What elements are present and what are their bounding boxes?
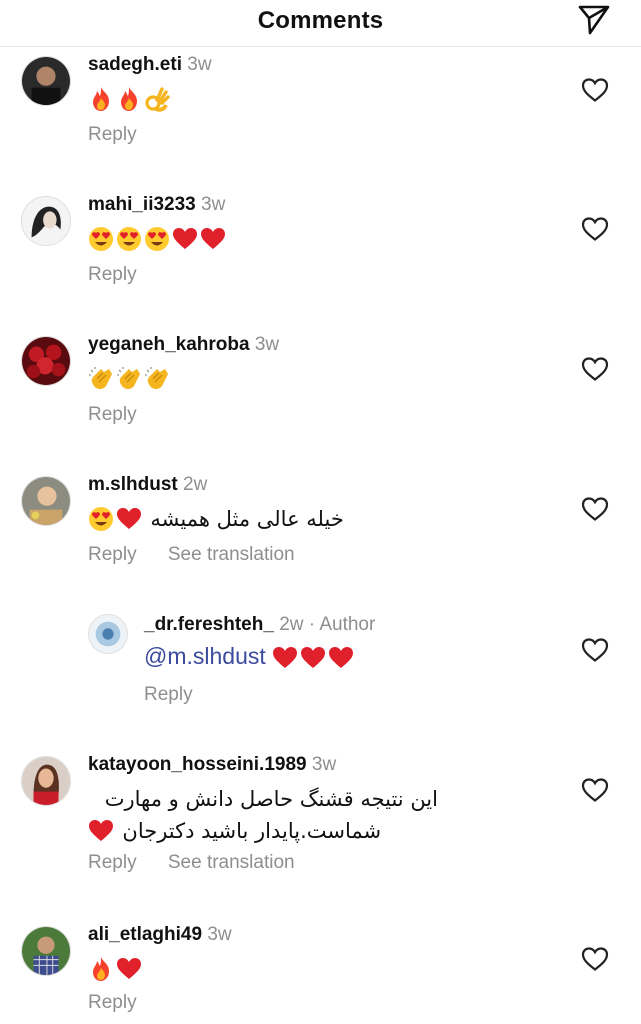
comment-text-persian: خیله عالی مثل همیشه — [150, 506, 344, 531]
comment-time: 2w — [279, 614, 304, 635]
avatar[interactable] — [88, 614, 128, 654]
reply-button[interactable]: Reply — [88, 264, 137, 285]
avatar[interactable] — [21, 336, 71, 386]
comment-meta: sadegh.eti 3w — [88, 54, 212, 76]
like-heart-icon[interactable] — [581, 216, 609, 242]
fire-emoji — [116, 86, 142, 112]
heart-eyes-emoji — [144, 226, 170, 252]
comments-header: Comments — [0, 0, 641, 47]
username[interactable]: mahi_ii3233 — [88, 194, 196, 215]
reply-button[interactable]: Reply — [88, 992, 137, 1013]
reply-button[interactable]: Reply — [88, 544, 137, 565]
username[interactable]: yeganeh_kahroba — [88, 334, 250, 355]
reply-button[interactable]: Reply — [88, 124, 137, 145]
username[interactable]: ali_etlaghi49 — [88, 924, 202, 945]
reply-button[interactable]: Reply — [88, 404, 137, 425]
reply-button[interactable]: Reply — [144, 684, 193, 705]
comment-time: 3w — [187, 54, 212, 75]
red-heart-emoji — [116, 506, 142, 532]
username[interactable]: m.slhdust — [88, 474, 178, 495]
comment-text-persian: شماست.پایدار باشید دکترجان — [122, 818, 382, 843]
clapping-hands-emoji — [144, 366, 170, 392]
avatar[interactable] — [21, 756, 71, 806]
username[interactable]: sadegh.eti — [88, 54, 182, 75]
comment-actions: Reply See translation — [88, 852, 295, 874]
comment-text — [88, 362, 172, 392]
ok-hand-emoji — [144, 86, 170, 112]
page-title: Comments — [257, 7, 384, 34]
comment-time: 3w — [201, 194, 226, 215]
red-heart-emoji — [172, 226, 198, 252]
comment-text — [88, 222, 228, 252]
red-heart-emoji — [88, 818, 114, 844]
clapping-hands-emoji — [116, 366, 142, 392]
heart-eyes-emoji — [116, 226, 142, 252]
avatar[interactable] — [21, 926, 71, 976]
author-badge: · Author — [308, 614, 376, 635]
red-heart-emoji — [272, 645, 298, 671]
comment-meta: katayoon_hosseini.1989 3w — [88, 754, 336, 776]
comment-actions: Reply See translation — [88, 544, 295, 566]
see-translation-button[interactable]: See translation — [168, 544, 295, 565]
heart-eyes-emoji — [88, 506, 114, 532]
send-icon[interactable] — [577, 2, 611, 36]
comment-meta: m.slhdust 2w — [88, 474, 207, 496]
comment-text — [88, 82, 172, 112]
comment-time: 3w — [311, 754, 337, 775]
like-heart-icon[interactable] — [581, 77, 609, 103]
username[interactable]: katayoon_hosseini.1989 — [88, 754, 307, 775]
comment-time: 3w — [254, 334, 280, 355]
comment-actions: Reply — [88, 264, 137, 286]
red-heart-emoji — [300, 645, 326, 671]
mention-link[interactable]: @m.slhdust — [144, 643, 266, 669]
red-heart-emoji — [116, 956, 142, 982]
fire-emoji — [88, 956, 114, 982]
comment-time: 3w — [207, 924, 232, 945]
comment-meta: ali_etlaghi49 3w — [88, 924, 232, 946]
fire-emoji — [88, 86, 114, 112]
see-translation-button[interactable]: See translation — [168, 852, 295, 873]
clapping-hands-emoji — [88, 366, 114, 392]
username[interactable]: _dr.fereshteh_ — [144, 614, 274, 635]
like-heart-icon[interactable] — [581, 637, 609, 663]
like-heart-icon[interactable] — [581, 777, 609, 803]
comment-meta: mahi_ii3233 3w — [88, 194, 225, 216]
comment-text — [88, 952, 144, 982]
avatar[interactable] — [21, 56, 71, 106]
red-heart-emoji — [328, 645, 354, 671]
like-heart-icon[interactable] — [581, 356, 609, 382]
comment-actions: Reply — [88, 992, 137, 1014]
heart-eyes-emoji — [88, 226, 114, 252]
comment-text-line1: این نتیجه قشنگ حاصل دانش و مهارت — [104, 787, 438, 811]
reply-button[interactable]: Reply — [88, 852, 137, 873]
comment-text: خیله عالی مثل همیشه — [88, 502, 344, 534]
like-heart-icon[interactable] — [581, 496, 609, 522]
comment-actions: Reply — [88, 404, 137, 426]
comment-meta: _dr.fereshteh_ 2w · Author — [144, 614, 375, 636]
comment-actions: Reply — [144, 684, 193, 706]
comment-text: @m.slhdust — [144, 641, 356, 671]
red-heart-emoji — [200, 226, 226, 252]
avatar[interactable] — [21, 196, 71, 246]
comment-time: 2w — [183, 474, 208, 495]
comment-text-line2: شماست.پایدار باشید دکترجان — [88, 814, 438, 846]
comment-actions: Reply — [88, 124, 137, 146]
avatar[interactable] — [21, 476, 71, 526]
like-heart-icon[interactable] — [581, 946, 609, 972]
comment-meta: yeganeh_kahroba 3w — [88, 334, 279, 356]
